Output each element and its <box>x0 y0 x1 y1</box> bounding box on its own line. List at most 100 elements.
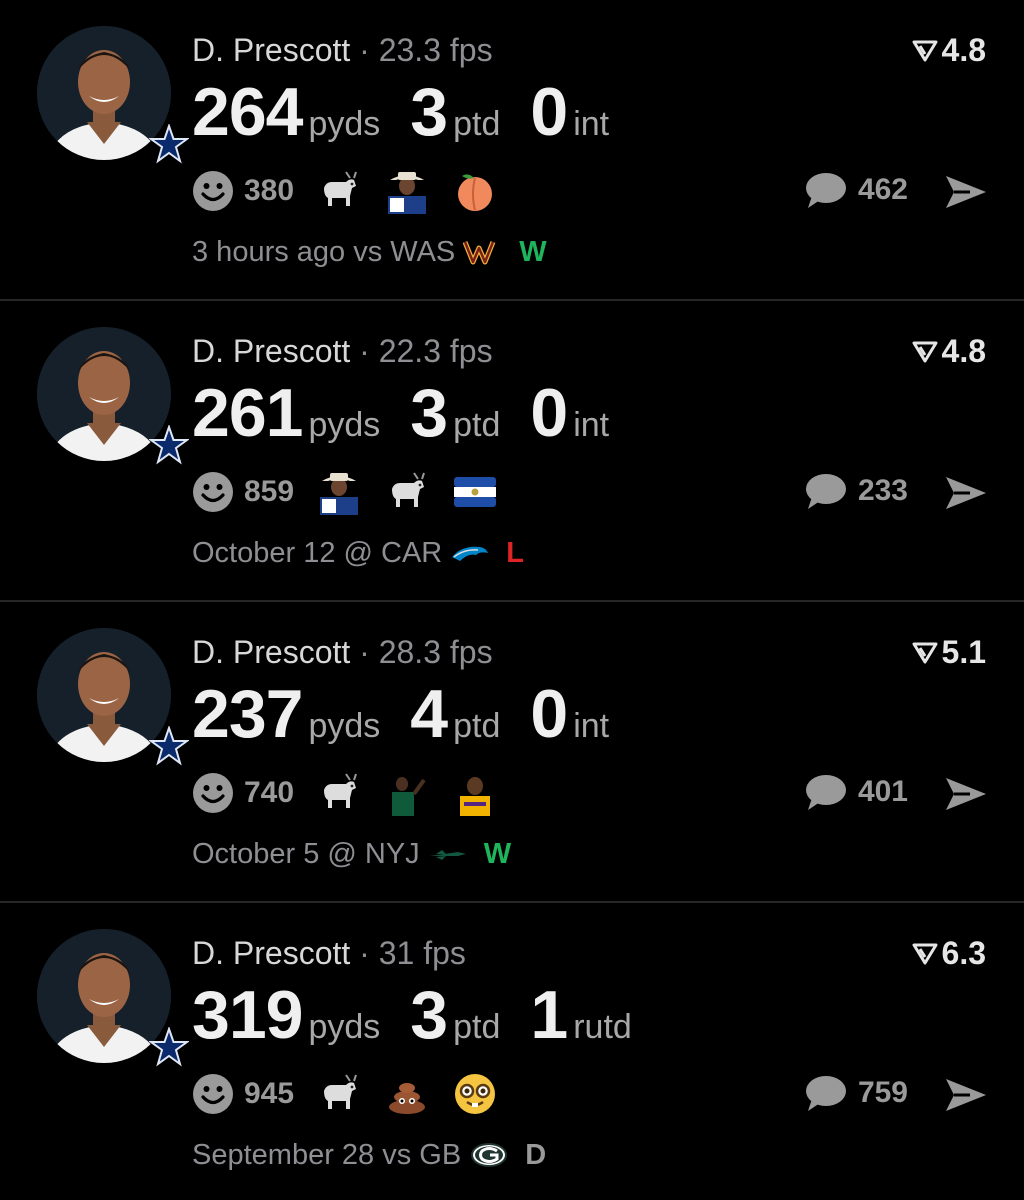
smiley-react-icon[interactable] <box>192 1073 234 1115</box>
goat-icon[interactable] <box>316 168 362 214</box>
rating[interactable]: 4.8 <box>912 331 986 371</box>
game-time-opponent: 3 hours ago vs WAS <box>192 235 456 268</box>
stat-value: 237 <box>192 676 303 752</box>
reaction-bar: 859 <box>192 469 520 515</box>
share-icon[interactable] <box>944 774 988 814</box>
avatar[interactable] <box>37 26 189 164</box>
game-result: D <box>525 1138 547 1171</box>
jets-logo <box>429 850 466 860</box>
reaction-count[interactable]: 859 <box>244 475 294 509</box>
rating-icon <box>912 642 938 664</box>
stat-unit: ptd <box>453 707 501 745</box>
game-time-opponent: October 12 @ CAR <box>192 536 443 569</box>
game-info[interactable]: October 5 @ NYJ W <box>192 834 511 874</box>
share-icon[interactable] <box>944 473 988 513</box>
rating-value: 6.3 <box>941 935 986 971</box>
stat-unit: pyds <box>308 707 381 745</box>
avatar[interactable] <box>37 929 189 1067</box>
stat-line: 264 pyds 3 ptd 0 int <box>192 78 639 146</box>
el-salvador-flag-icon[interactable] <box>452 469 498 515</box>
post-card[interactable]: D. Prescott · 31 fps 6.3 319 pyds 3 ptd 1r… <box>0 903 1024 1200</box>
post-card[interactable]: D. Prescott · 28.3 fps 5.1 237 pyds 4 ptd … <box>0 602 1024 903</box>
stat-line: 319 pyds 3 ptd 1 rutd <box>192 981 662 1049</box>
stat-unit: int <box>573 406 610 444</box>
player-name[interactable]: D. Prescott <box>192 32 350 68</box>
poop-icon[interactable] <box>384 1071 430 1117</box>
stat-value: 319 <box>192 977 303 1053</box>
game-info[interactable]: September 28 vs GB D <box>192 1135 546 1175</box>
reaction-count[interactable]: 945 <box>244 1077 294 1111</box>
rating[interactable]: 4.8 <box>912 30 986 70</box>
stat-value: 1 <box>530 977 568 1053</box>
cowboy-player-icon[interactable] <box>384 168 430 214</box>
comment-icon <box>805 775 846 810</box>
feed: D. Prescott · 23.3 fps 4.8 264 pyds 3 ptd … <box>0 0 1024 1200</box>
fantasy-points: 22.3 fps <box>378 333 493 369</box>
lakers-player-icon[interactable] <box>452 770 498 816</box>
basketball-player-icon[interactable] <box>384 770 430 816</box>
share-icon[interactable] <box>944 1075 988 1115</box>
comments-button[interactable]: 401 <box>804 772 908 812</box>
commanders-logo <box>463 241 496 265</box>
game-result: W <box>519 235 547 268</box>
comments-button[interactable]: 233 <box>804 471 908 511</box>
goat-icon[interactable] <box>316 770 362 816</box>
comment-icon <box>805 173 846 208</box>
stat-value: 3 <box>410 74 448 150</box>
goat-icon[interactable] <box>316 1071 362 1117</box>
game-info[interactable]: 3 hours ago vs WAS W <box>192 232 547 272</box>
packers-logo <box>471 1143 508 1167</box>
stat-unit: rutd <box>573 1008 632 1046</box>
smiley-react-icon[interactable] <box>192 772 234 814</box>
stat-unit: int <box>573 707 610 745</box>
stat-value: 0 <box>530 74 568 150</box>
stat-line: 237 pyds 4 ptd 0 int <box>192 680 639 748</box>
stat-value: 4 <box>410 676 448 752</box>
goat-icon[interactable] <box>384 469 430 515</box>
stat-value: 3 <box>410 977 448 1053</box>
player-name[interactable]: D. Prescott <box>192 634 350 670</box>
reaction-count[interactable]: 380 <box>244 174 294 208</box>
game-info[interactable]: October 12 @ CAR L <box>192 533 524 573</box>
separator: · <box>359 935 370 971</box>
reaction-bar: 380 <box>192 168 520 214</box>
comment-icon <box>805 474 846 509</box>
player-name[interactable]: D. Prescott <box>192 935 350 971</box>
nerd-face-icon[interactable] <box>452 1071 498 1117</box>
post-card[interactable]: D. Prescott · 22.3 fps 4.8 261 pyds 3 ptd … <box>0 301 1024 602</box>
post-card[interactable]: D. Prescott · 23.3 fps 4.8 264 pyds 3 ptd … <box>0 0 1024 301</box>
stat-value: 261 <box>192 375 303 451</box>
game-result: W <box>483 837 512 870</box>
comment-count: 462 <box>857 173 908 206</box>
game-time-opponent: October 5 @ NYJ <box>192 837 420 870</box>
rating-icon <box>912 341 938 363</box>
avatar[interactable] <box>37 628 189 766</box>
rating[interactable]: 6.3 <box>912 933 986 973</box>
post-header: D. Prescott · 28.3 fps <box>192 632 493 672</box>
separator: · <box>359 333 370 369</box>
cowboys-star-icon <box>149 1027 189 1067</box>
peach-icon[interactable] <box>452 168 498 214</box>
rating-value: 4.8 <box>941 32 986 68</box>
comments-button[interactable]: 462 <box>804 170 908 210</box>
comment-count: 401 <box>857 775 908 808</box>
avatar[interactable] <box>37 327 189 465</box>
stat-value: 264 <box>192 74 303 150</box>
stat-unit: ptd <box>453 406 501 444</box>
cowboys-star-icon <box>149 726 189 766</box>
smiley-react-icon[interactable] <box>192 471 234 513</box>
comments-button[interactable]: 759 <box>804 1073 908 1113</box>
stat-line: 261 pyds 3 ptd 0 int <box>192 379 639 447</box>
player-name[interactable]: D. Prescott <box>192 333 350 369</box>
share-icon[interactable] <box>944 172 988 212</box>
reaction-bar: 945 <box>192 1071 520 1117</box>
cowboy-player-icon[interactable] <box>316 469 362 515</box>
stat-unit: int <box>573 105 610 143</box>
fantasy-points: 28.3 fps <box>378 634 493 670</box>
separator: · <box>359 32 370 68</box>
reaction-count[interactable]: 740 <box>244 776 294 810</box>
smiley-react-icon[interactable] <box>192 170 234 212</box>
reaction-bar: 740 <box>192 770 520 816</box>
rating[interactable]: 5.1 <box>912 632 986 672</box>
separator: · <box>359 634 370 670</box>
